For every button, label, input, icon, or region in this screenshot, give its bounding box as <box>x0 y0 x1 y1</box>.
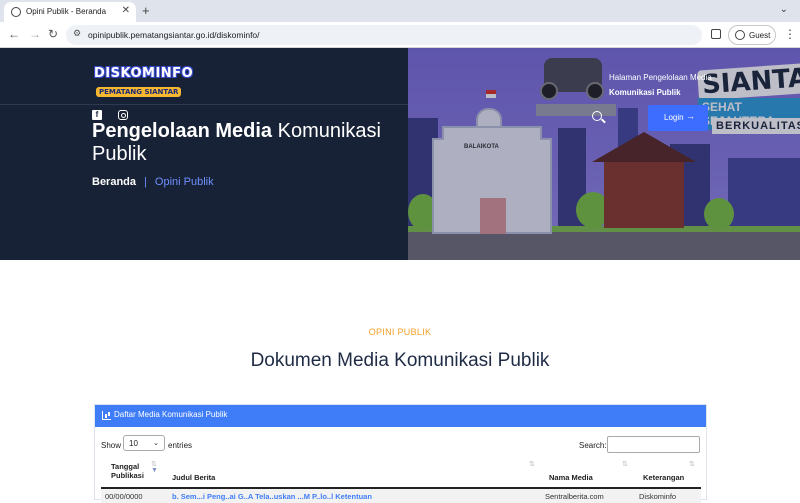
column-header-media[interactable]: Nama Media <box>549 473 593 482</box>
hero-info-line2: Komunikasi Publik <box>609 88 681 97</box>
column-header-note[interactable]: Keterangan <box>643 473 684 482</box>
search-icon[interactable] <box>592 111 602 121</box>
profile-button[interactable]: Guest <box>728 25 776 45</box>
address-bar[interactable]: ⚙ opinipublik.pematangsiantar.go.id/disk… <box>66 25 702 45</box>
reload-icon[interactable]: ↻ <box>48 27 58 41</box>
hero-info-line1: Halaman Pengelolaan Media <box>609 73 712 82</box>
new-tab-button[interactable]: + <box>142 3 150 19</box>
url-text[interactable]: opinipublik.pematangsiantar.go.id/diskom… <box>88 30 260 40</box>
side-panel-icon[interactable] <box>711 29 721 39</box>
browser-tab[interactable]: Opini Publik - Beranda ✕ <box>4 2 136 22</box>
globe-icon <box>11 7 21 17</box>
breadcrumb-separator: | <box>144 176 147 188</box>
site-info-icon[interactable]: ⚙ <box>73 28 81 39</box>
login-label: Login <box>664 113 684 122</box>
search-input[interactable] <box>607 436 700 453</box>
illustration-overlay <box>408 48 800 260</box>
browser-toolbar: ← → ↻ ⚙ opinipublik.pematangsiantar.go.i… <box>0 22 800 48</box>
entries-length-select[interactable]: 10 ⌄ <box>123 435 165 451</box>
chevron-down-icon[interactable]: ⌄ <box>780 4 788 15</box>
column-header-title[interactable]: Judul Berita <box>172 473 215 482</box>
sort-icon[interactable]: ⇅ <box>529 461 535 468</box>
divider <box>0 104 408 105</box>
diskominfo-logo[interactable]: DISKOMINFO PEMATANG SIANTAR <box>94 66 193 99</box>
menu-icon[interactable]: ⋮ <box>784 27 796 41</box>
show-label: Show <box>101 441 122 450</box>
login-button[interactable]: Login → <box>648 105 708 131</box>
panel-header: Daftar Media Komunikasi Publik <box>95 405 706 427</box>
close-icon[interactable]: ✕ <box>122 5 130 16</box>
back-icon[interactable]: ← <box>8 27 20 41</box>
facebook-icon[interactable]: f <box>92 110 102 120</box>
profile-label: Guest <box>749 31 771 40</box>
forward-icon[interactable]: → <box>29 27 41 41</box>
breadcrumb: Beranda | Opini Publik <box>92 176 214 188</box>
page-title-bold: Pengelolaan Media <box>92 120 273 142</box>
breadcrumb-current: Opini Publik <box>154 176 214 188</box>
entries-length-value: 10 <box>129 439 138 448</box>
section-title: Dokumen Media Komunikasi Publik <box>250 350 550 371</box>
hero-banner: DISKOMINFO PEMATANG SIANTAR f Pengelolaa… <box>0 48 800 260</box>
profile-icon <box>735 30 745 40</box>
logo-line1: DISKOMINFO <box>94 66 194 81</box>
logo-line2: PEMATANG SIANTAR <box>96 87 182 97</box>
sort-icon[interactable]: ⇅ <box>689 461 695 468</box>
breadcrumb-home[interactable]: Beranda <box>92 176 136 188</box>
page-title: Pengelolaan Media Komunikasi Publik <box>92 120 392 166</box>
section-kicker: OPINI PUBLIK <box>368 327 432 337</box>
arrow-right-icon: → <box>686 111 695 121</box>
hero-illustration: BALAIKOTA SIANTAR SEHAT SEJAHTERA BERKUA… <box>408 48 800 260</box>
panel-header-label: Daftar Media Komunikasi Publik <box>114 410 228 419</box>
chevron-down-icon: ⌄ <box>153 440 159 447</box>
table-panel: Daftar Media Komunikasi Publik Show 10 ⌄… <box>94 404 707 503</box>
sort-icon[interactable]: ⇅ <box>622 461 628 468</box>
tab-title: Opini Publik - Beranda <box>26 7 107 16</box>
browser-tab-bar: Opini Publik - Beranda ✕ + ⌄ <box>0 0 800 22</box>
instagram-icon[interactable] <box>118 110 128 120</box>
search-label: Search: <box>579 441 607 450</box>
table-row[interactable]: 00/00/0000 b. Sem...i Peng..ai G..A Tela… <box>101 489 701 503</box>
hero-left-panel: DISKOMINFO PEMATANG SIANTAR f Pengelolaa… <box>0 48 408 260</box>
entries-label: entries <box>168 441 193 450</box>
hero-info: Halaman Pengelolaan Media Komunikasi Pub… <box>609 70 712 100</box>
column-header-date[interactable]: Tanggal Publikasi <box>111 462 151 480</box>
sort-icon[interactable]: ⇅ ▼ <box>151 461 158 474</box>
